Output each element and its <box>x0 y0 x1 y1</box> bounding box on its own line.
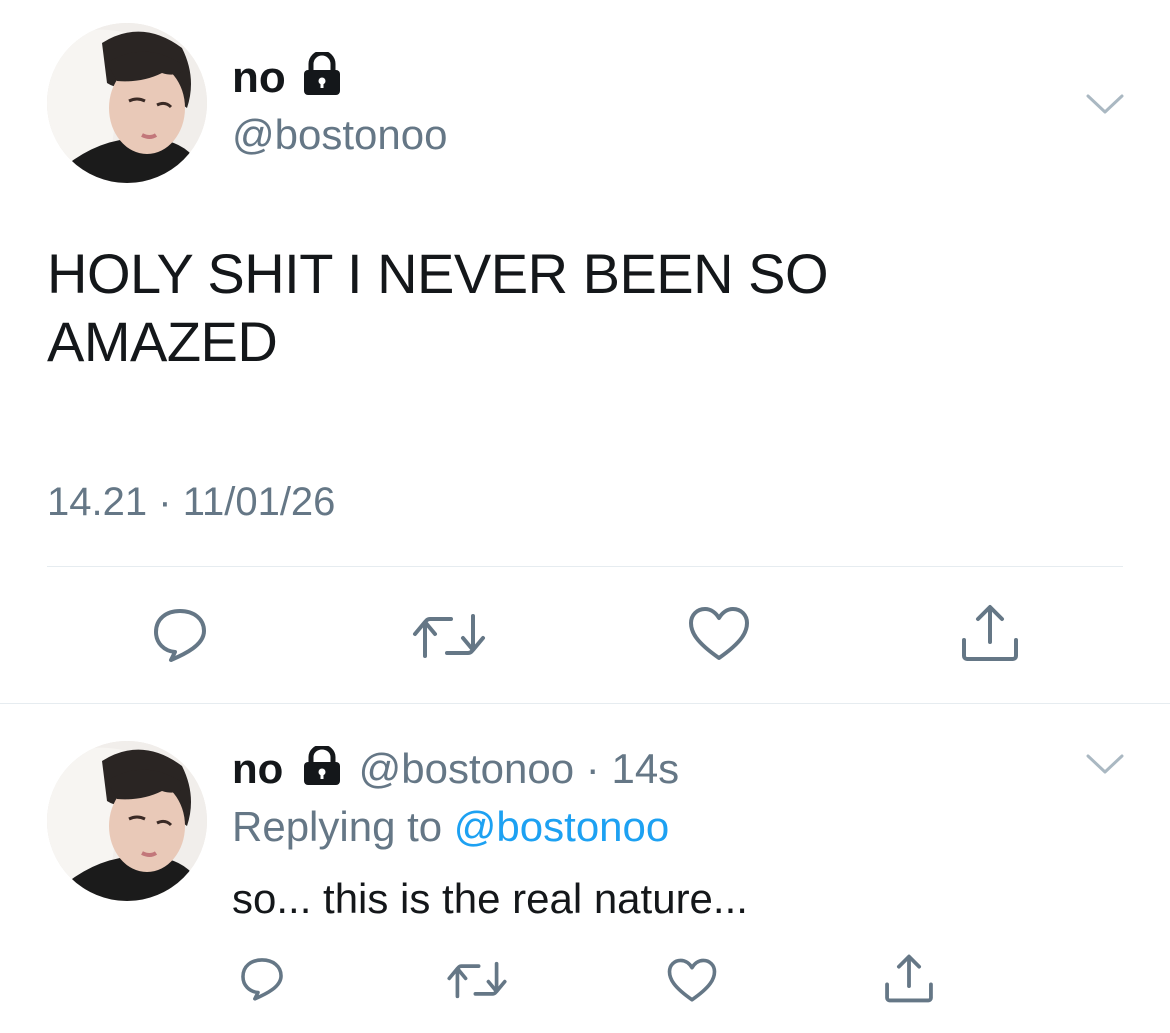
author-handle[interactable]: @bostonoo <box>232 114 447 156</box>
like-icon <box>689 607 749 660</box>
replying-to-link[interactable]: @bostonoo <box>454 803 669 850</box>
share-icon <box>962 605 1018 661</box>
tweet-timestamp: 14.21 · 11/01/26 <box>47 482 335 522</box>
divider <box>47 566 1123 567</box>
reply-button[interactable] <box>150 606 210 664</box>
retweet-button[interactable] <box>411 612 487 660</box>
reply-icon <box>154 609 206 662</box>
reply-icon <box>241 958 283 1001</box>
reply-reply-button[interactable] <box>238 956 286 1002</box>
lock-icon <box>301 52 343 96</box>
reply-avatar[interactable] <box>47 741 207 901</box>
avatar[interactable] <box>47 23 207 183</box>
tweet-date[interactable]: 11/01/26 <box>183 480 336 524</box>
like-button[interactable] <box>688 606 750 662</box>
chevron-down-icon[interactable] <box>1084 88 1126 118</box>
reply-age[interactable]: 14s <box>611 745 679 792</box>
section-divider <box>0 703 1170 704</box>
replying-to-line: Replying to @bostonoo <box>232 806 669 848</box>
reply-retweet-button[interactable] <box>446 960 508 1000</box>
reply-chevron-down-icon[interactable] <box>1084 748 1126 778</box>
share-icon <box>885 954 933 1003</box>
reply-author-name[interactable]: no <box>232 745 283 792</box>
like-icon <box>667 958 717 1002</box>
reply-share-button[interactable] <box>882 954 936 1003</box>
tweet-time: 14.21 <box>47 480 148 524</box>
author-name[interactable]: no <box>232 56 286 100</box>
share-button[interactable] <box>958 604 1022 662</box>
reply-text: so... this is the real nature... <box>232 875 748 922</box>
reply-header: no @bostonoo · 14s <box>232 746 679 790</box>
lock-icon <box>301 746 343 786</box>
reply-like-button[interactable] <box>667 958 717 1003</box>
meta-separator: · <box>158 480 172 524</box>
reply-author-handle[interactable]: @bostonoo <box>359 745 574 792</box>
tweet-text: HOLY SHIT I NEVER BEEN SO AMAZED <box>47 242 829 373</box>
retweet-icon <box>413 614 485 658</box>
replying-prefix: Replying to <box>232 803 443 850</box>
retweet-icon <box>447 961 507 999</box>
reply-separator: · <box>585 745 600 792</box>
